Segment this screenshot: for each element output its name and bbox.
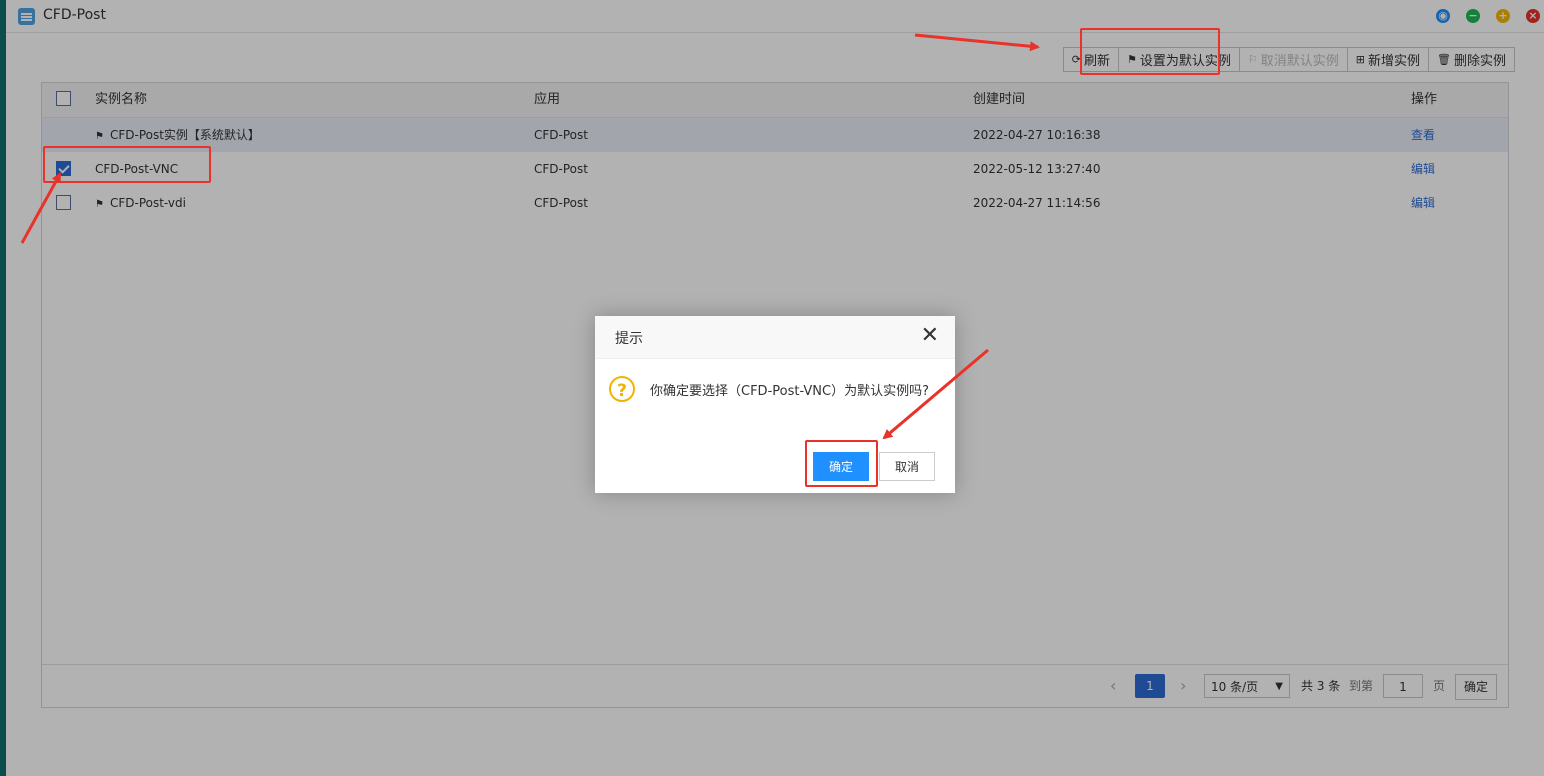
dialog-ok-button[interactable]: 确定 (813, 452, 869, 481)
dialog-message: 你确定要选择（CFD-Post-VNC）为默认实例吗? (650, 384, 929, 399)
dialog-header: 提示 ✕ (595, 316, 955, 359)
close-icon[interactable]: ✕ (921, 324, 939, 348)
confirm-dialog: 提示 ✕ ? 你确定要选择（CFD-Post-VNC）为默认实例吗? 确定 取消 (595, 316, 955, 493)
question-icon: ? (609, 376, 635, 402)
dialog-title: 提示 (615, 331, 643, 347)
dialog-cancel-button[interactable]: 取消 (879, 452, 935, 481)
